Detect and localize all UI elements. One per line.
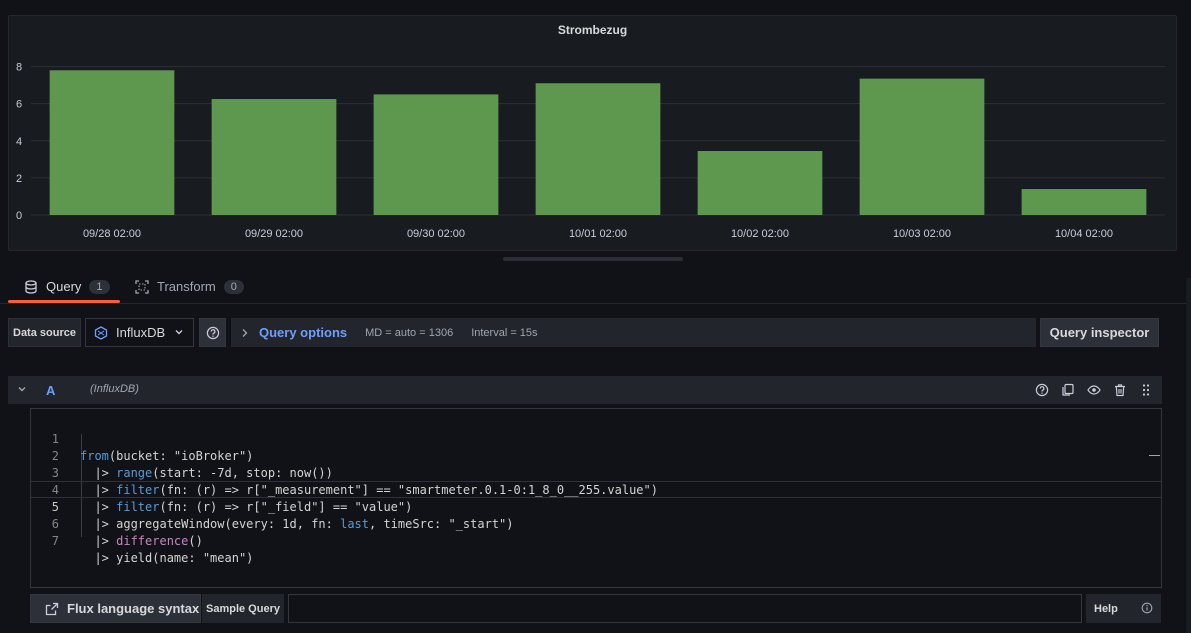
code-line-current[interactable]: 5 |> aggregateWindow(every: 1d, fn: last…: [31, 481, 1161, 531]
x-tick-label: 10/04 02:00: [1055, 228, 1113, 240]
code-line[interactable]: 2 |> range(start: -7d, stop: now()): [31, 431, 1161, 480]
page-scrollbar[interactable]: [1186, 278, 1191, 633]
query-ref-id[interactable]: A: [46, 383, 55, 398]
tab-transform[interactable]: Transform 0: [135, 270, 250, 303]
y-tick-label: 2: [16, 173, 22, 185]
info-icon: [1141, 602, 1153, 614]
code-line[interactable]: 3 |> filter(fn: (r) => r["_measurement"]…: [31, 448, 1161, 497]
line-code: |> difference(): [80, 534, 203, 548]
x-tick-label: 10/03 02:00: [893, 228, 951, 240]
x-tick-label: 10/01 02:00: [569, 228, 627, 240]
question-circle-icon: [206, 326, 219, 339]
datasource-label: Data source: [8, 318, 81, 347]
tab-query[interactable]: Query 1: [8, 270, 120, 303]
x-tick-label: 09/30 02:00: [407, 228, 465, 240]
query-row-actions: [1034, 382, 1154, 398]
bar-chart: 09/28 02:00 09/29 02:00 09/30 02:00 10/01 0…: [16, 62, 1165, 240]
editor-tabs: Query 1 Transform 0: [0, 270, 1191, 304]
code-line[interactable]: 4 |> filter(fn: (r) => r["_field"] == "v…: [31, 465, 1161, 514]
y-tick-label: 8: [16, 62, 22, 74]
bar[interactable]: [697, 150, 823, 215]
help-label: Help: [1094, 602, 1118, 615]
tab-query-count: 1: [89, 279, 110, 294]
chevron-right-icon: [242, 328, 248, 337]
bar[interactable]: [373, 94, 499, 215]
sample-query-select[interactable]: [288, 594, 1082, 623]
line-code: |> yield(name: "mean"): [80, 551, 254, 565]
y-tick-label: 6: [16, 99, 22, 111]
query-options-toggle[interactable]: Query options MD = auto = 1306 Interval …: [231, 318, 1036, 347]
active-tab-indicator: [8, 300, 120, 303]
max-data-points: MD = auto = 1306: [365, 326, 454, 339]
database-icon: [25, 279, 37, 294]
flux-syntax-button[interactable]: Flux language syntax: [30, 594, 201, 623]
query-datasource-name: (InfluxDB): [90, 383, 139, 395]
help-icon[interactable]: [1034, 382, 1050, 398]
query-inspector-button[interactable]: Query inspector: [1040, 318, 1159, 347]
drag-handle-icon[interactable]: [1138, 382, 1154, 398]
chevron-down-icon: [175, 330, 183, 335]
query-row-header: A (InfluxDB): [8, 376, 1162, 404]
x-tick-label: 09/29 02:00: [245, 228, 303, 240]
tab-query-label: Query: [46, 279, 82, 294]
trash-icon[interactable]: [1112, 382, 1128, 398]
bar[interactable]: [859, 78, 985, 215]
chart-panel: Strombezug 09/28 02:00 09/29 02:00 09/30 0…: [8, 15, 1177, 251]
datasource-value: InfluxDB: [116, 325, 166, 340]
eye-icon[interactable]: [1086, 382, 1102, 398]
flux-syntax-label: Flux language syntax: [67, 601, 200, 616]
y-tick-label: 4: [16, 136, 22, 148]
help-toggle[interactable]: Help: [1086, 594, 1161, 623]
sample-query-label: Sample Query: [202, 594, 284, 623]
panel-resize-handle[interactable]: [503, 257, 683, 261]
bar[interactable]: [49, 70, 175, 216]
y-tick-label: 0: [16, 210, 22, 222]
code-line[interactable]: 6 |> difference(): [31, 499, 1161, 548]
collapse-chevron-icon[interactable]: [17, 384, 27, 394]
bar[interactable]: [535, 83, 661, 215]
line-number: 7: [51, 534, 59, 548]
code-line[interactable]: 1 from(bucket: "ioBroker"): [31, 414, 1161, 463]
external-link-icon: [45, 602, 59, 615]
influxdb-icon: [94, 325, 108, 340]
code-line[interactable]: 7 |> yield(name: "mean"): [31, 516, 1161, 565]
transform-icon: [135, 279, 149, 294]
x-tick-label: 10/02 02:00: [731, 228, 789, 240]
x-tick-label: 09/28 02:00: [83, 228, 141, 240]
datasource-help-button[interactable]: [199, 318, 226, 347]
duplicate-query-icon[interactable]: [1060, 382, 1076, 398]
bar[interactable]: [1021, 189, 1147, 215]
query-options-label: Query options: [259, 325, 348, 340]
tab-transform-label: Transform: [157, 279, 216, 294]
datasource-picker[interactable]: InfluxDB: [85, 318, 194, 347]
interval-info: Interval = 15s: [471, 326, 538, 339]
flux-code-editor[interactable]: 1 from(bucket: "ioBroker") 2 |> range(st…: [30, 408, 1162, 588]
tab-transform-count: 0: [223, 279, 244, 294]
bar[interactable]: [211, 99, 337, 215]
